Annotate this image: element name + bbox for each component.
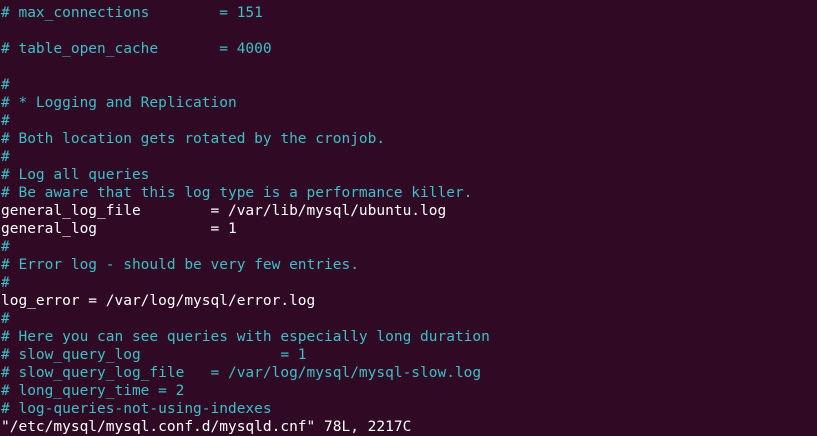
- editor-line-17: log_error = /var/log/mysql/error.log: [1, 293, 316, 309]
- editor-line-6: # * Logging and Replication: [1, 95, 237, 111]
- editor-line-13: general_log = 1: [1, 221, 237, 237]
- editor-line-7: #: [1, 113, 10, 129]
- terminal-window[interactable]: # max_connections = 151 # table_open_cac…: [0, 0, 817, 435]
- editor-line-3: # table_open_cache = 4000: [1, 41, 272, 57]
- editor-line-10: # Log all queries: [1, 167, 150, 183]
- status-line: "/etc/mysql/mysql.conf.d/mysqld.cnf" 78L…: [1, 419, 412, 435]
- editor-line-16: #: [1, 275, 10, 291]
- editor-line-21: # slow_query_log_file = /var/log/mysql/m…: [1, 365, 482, 381]
- editor-line-20: # slow_query_log = 1: [1, 347, 307, 363]
- editor-line-19: # Here you can see queries with especial…: [1, 329, 490, 345]
- editor-line-11: # Be aware that this log type is a perfo…: [1, 185, 473, 201]
- editor-line-18: #: [1, 311, 10, 327]
- editor-line-15: # Error log - should be very few entries…: [1, 257, 359, 273]
- editor-line-14: #: [1, 239, 10, 255]
- editor-line-22: # long_query_time = 2: [1, 383, 185, 399]
- editor-line-9: #: [1, 149, 10, 165]
- editor-line-5: #: [1, 77, 10, 93]
- editor-line-23: # log-queries-not-using-indexes: [1, 401, 272, 417]
- editor-line-1: # max_connections = 151: [1, 5, 263, 21]
- editor-line-12: general_log_file = /var/lib/mysql/ubuntu…: [1, 203, 447, 219]
- editor-line-8: # Both location gets rotated by the cron…: [1, 131, 386, 147]
